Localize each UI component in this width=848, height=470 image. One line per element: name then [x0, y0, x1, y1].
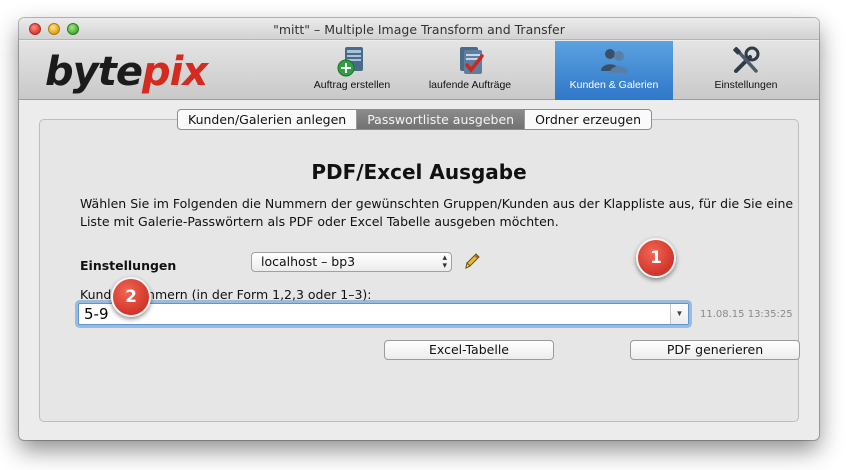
tab-ordner-erzeugen[interactable]: Ordner erzeugen: [525, 110, 651, 129]
toolbar-button-kunden-galerien[interactable]: Kunden & Galerien: [555, 41, 673, 100]
window-title: "mitt" – Multiple Image Transform and Tr…: [273, 22, 565, 37]
toolbar-button-laufende-auftraege[interactable]: laufende Aufträge: [411, 41, 529, 100]
tab-panel: PDF/Excel Ausgabe Wählen Sie im Folgende…: [39, 119, 800, 422]
tab-kunden-galerien-anlegen[interactable]: Kunden/Galerien anlegen: [178, 110, 358, 129]
tools-icon: [733, 46, 760, 73]
toolbar-button-auftrag-erstellen[interactable]: Auftrag erstellen: [293, 41, 411, 100]
page-title: PDF/Excel Ausgabe: [311, 160, 527, 184]
excel-button[interactable]: Excel-Tabelle: [384, 340, 554, 360]
running-orders-icon: [460, 47, 484, 74]
tab-bar: Kunden/Galerien anlegen Passwortliste au…: [177, 109, 653, 130]
chevron-down-icon[interactable]: ▼: [670, 304, 688, 324]
annotation-marker-1: 1: [636, 238, 676, 278]
description-text: Wählen Sie im Folgenden die Nummern der …: [80, 196, 794, 229]
tab-passwortliste-ausgeben[interactable]: Passwortliste ausgeben: [357, 110, 526, 129]
title-bar: "mitt" – Multiple Image Transform and Tr…: [19, 18, 819, 40]
toolbar-label: Einstellungen: [714, 79, 778, 91]
bytepix-logo: bytepix: [45, 49, 208, 95]
customers-galleries-icon: [601, 49, 628, 73]
toolbar-label: laufende Aufträge: [428, 79, 512, 91]
main-content: PDF/Excel Ausgabe Wählen Sie im Folgende…: [19, 101, 819, 440]
pencil-icon[interactable]: [463, 251, 481, 271]
kunden-input[interactable]: 5-9: [84, 304, 109, 324]
kunden-combobox[interactable]: 5-9 ▼: [78, 303, 689, 325]
timestamp: 11.08.15 13:35:25: [700, 309, 793, 320]
settings-label: Einstellungen: [80, 258, 177, 273]
annotation-marker-2: 2: [111, 277, 151, 317]
toolbar-label: Kunden & Galerien: [569, 79, 659, 91]
popup-arrows-icon: ▴ ▾: [442, 253, 447, 271]
settings-popup[interactable]: localhost – bp3 ▴ ▾: [251, 252, 452, 272]
app-window: "mitt" – Multiple Image Transform and Tr…: [19, 18, 819, 440]
settings-popup-value: localhost – bp3: [261, 254, 356, 269]
toolbar-label: Auftrag erstellen: [313, 79, 391, 91]
toolbar: bytepix Auftrag erstellen laufende Auftr…: [19, 41, 819, 100]
pdf-button[interactable]: PDF generieren: [630, 340, 800, 360]
add-order-icon: [337, 47, 363, 77]
toolbar-button-einstellungen[interactable]: Einstellungen: [687, 41, 805, 100]
